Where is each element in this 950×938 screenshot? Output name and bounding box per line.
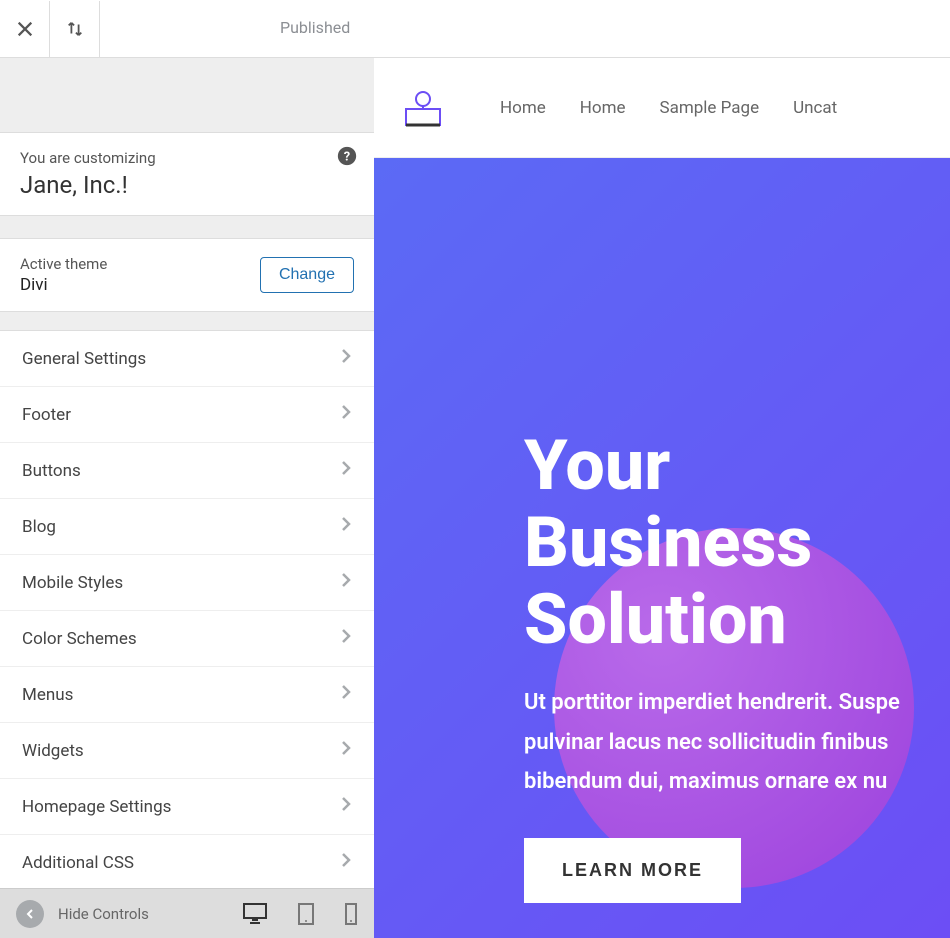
footer-bar: Hide Controls <box>0 888 374 938</box>
close-button[interactable] <box>0 1 50 57</box>
customizing-header: You are customizing Jane, Inc.! ? <box>0 132 374 216</box>
hero-title: Your Business Solution <box>524 428 950 659</box>
menu-item-mobile-styles[interactable]: Mobile Styles <box>0 555 374 611</box>
help-icon[interactable]: ? <box>336 145 358 167</box>
hero-section: Your Business Solution Ut porttitor impe… <box>374 158 950 938</box>
close-icon <box>16 20 34 38</box>
desktop-icon[interactable] <box>242 902 268 924</box>
nav-link[interactable]: Sample Page <box>660 98 760 118</box>
hero-p-line1: Ut porttitor imperdiet hendrerit. Suspe <box>524 690 900 715</box>
publish-status: Published <box>268 12 362 43</box>
chevron-right-icon <box>340 515 352 538</box>
chevron-right-icon <box>340 627 352 650</box>
change-theme-button[interactable]: Change <box>260 257 354 293</box>
menu-list: General Settings Footer Buttons Blog Mob… <box>0 330 374 888</box>
active-theme-block: Active theme Divi Change <box>0 238 374 312</box>
svg-text:?: ? <box>344 150 350 165</box>
menu-item-label: Additional CSS <box>22 853 134 873</box>
hero-p-line2: pulvinar lacus nec sollicitudin finibus <box>524 730 888 755</box>
menu-item-homepage-settings[interactable]: Homepage Settings <box>0 779 374 835</box>
chevron-right-icon <box>340 347 352 370</box>
chevron-right-icon <box>340 459 352 482</box>
customizing-sublabel: You are customizing <box>20 149 354 167</box>
hero-p-line3: bibendum dui, maximus ornare ex nu <box>524 769 887 794</box>
menu-item-label: Footer <box>22 405 71 425</box>
menu-item-label: General Settings <box>22 349 146 369</box>
menu-item-label: Blog <box>22 517 56 537</box>
menu-item-label: Mobile Styles <box>22 573 123 593</box>
logo-icon[interactable] <box>400 85 446 131</box>
customizer-sidebar: You are customizing Jane, Inc.! ? Active… <box>0 58 374 938</box>
menu-item-general-settings[interactable]: General Settings <box>0 331 374 387</box>
main-area: You are customizing Jane, Inc.! ? Active… <box>0 58 950 938</box>
menu-item-label: Color Schemes <box>22 629 137 649</box>
learn-more-button[interactable]: LEARN MORE <box>524 838 741 903</box>
chevron-right-icon <box>340 683 352 706</box>
menu-item-additional-css[interactable]: Additional CSS <box>0 835 374 888</box>
hide-controls-label[interactable]: Hide Controls <box>58 905 149 923</box>
chevron-right-icon <box>340 403 352 426</box>
menu-item-footer[interactable]: Footer <box>0 387 374 443</box>
hero-paragraph: Ut porttitor imperdiet hendrerit. Suspe … <box>524 683 950 802</box>
hero-title-line1: Your Business <box>524 425 812 584</box>
menu-item-buttons[interactable]: Buttons <box>0 443 374 499</box>
chevron-right-icon <box>340 795 352 818</box>
hero-content: Your Business Solution Ut porttitor impe… <box>524 428 950 903</box>
site-header: Home Home Sample Page Uncat <box>374 58 950 158</box>
nav-link[interactable]: Home <box>500 98 546 118</box>
menu-item-label: Homepage Settings <box>22 797 171 817</box>
swap-button[interactable] <box>50 1 100 57</box>
device-switcher <box>242 902 358 926</box>
preview-pane: Home Home Sample Page Uncat Your Busines… <box>374 58 950 938</box>
spacer <box>0 58 374 132</box>
hero-title-line2: Solution <box>524 579 787 661</box>
menu-item-label: Menus <box>22 685 73 705</box>
menu-item-widgets[interactable]: Widgets <box>0 723 374 779</box>
menu-item-blog[interactable]: Blog <box>0 499 374 555</box>
spacer <box>0 312 374 330</box>
chevron-right-icon <box>340 571 352 594</box>
theme-name: Divi <box>20 275 107 295</box>
nav-link[interactable]: Home <box>580 98 626 118</box>
menu-item-menus[interactable]: Menus <box>0 667 374 723</box>
menu-item-color-schemes[interactable]: Color Schemes <box>0 611 374 667</box>
theme-label: Active theme <box>20 255 107 273</box>
menu-item-label: Widgets <box>22 741 84 761</box>
chevron-left-icon <box>24 908 36 920</box>
swap-icon <box>66 20 84 38</box>
primary-nav: Home Home Sample Page Uncat <box>500 98 837 118</box>
collapse-button[interactable] <box>16 900 44 928</box>
top-bar: Published <box>0 0 950 58</box>
phone-icon[interactable] <box>344 902 358 926</box>
site-title: Jane, Inc.! <box>20 171 354 199</box>
chevron-right-icon <box>340 739 352 762</box>
menu-item-label: Buttons <box>22 461 81 481</box>
chevron-right-icon <box>340 851 352 874</box>
nav-link[interactable]: Uncat <box>793 98 837 118</box>
tablet-icon[interactable] <box>296 902 316 926</box>
